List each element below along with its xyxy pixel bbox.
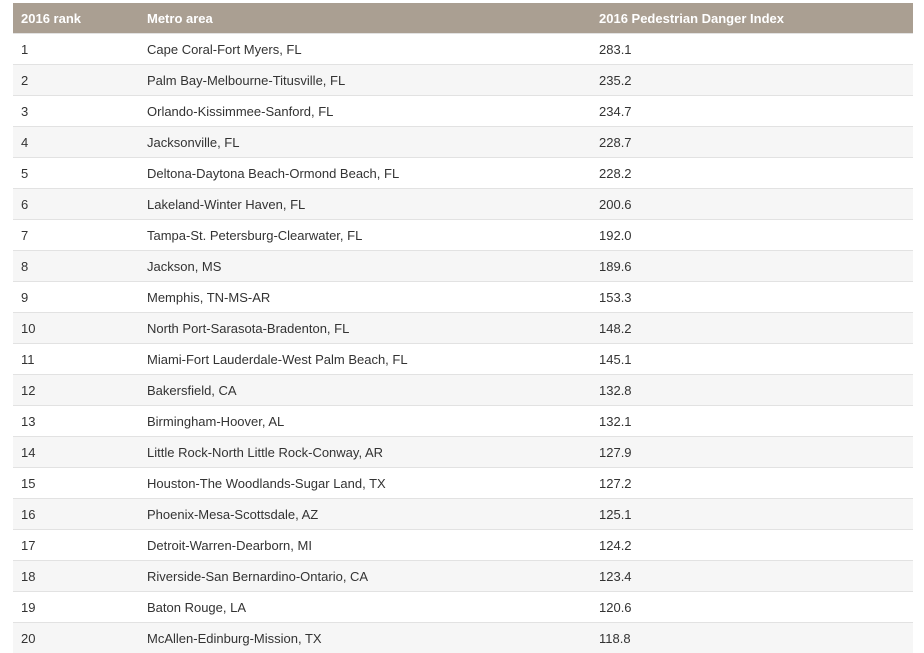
cell-rank: 4: [13, 127, 139, 158]
cell-metro-area: North Port-Sarasota-Bradenton, FL: [139, 313, 591, 344]
cell-rank: 20: [13, 623, 139, 653]
cell-danger-index: 124.2: [591, 530, 913, 561]
cell-danger-index: 283.1: [591, 34, 913, 65]
header-danger-index: 2016 Pedestrian Danger Index: [591, 3, 913, 34]
cell-metro-area: Cape Coral-Fort Myers, FL: [139, 34, 591, 65]
cell-danger-index: 192.0: [591, 220, 913, 251]
cell-danger-index: 235.2: [591, 65, 913, 96]
cell-metro-area: Jackson, MS: [139, 251, 591, 282]
cell-rank: 6: [13, 189, 139, 220]
cell-rank: 1: [13, 34, 139, 65]
cell-metro-area: Houston-The Woodlands-Sugar Land, TX: [139, 468, 591, 499]
table-row: 3Orlando-Kissimmee-Sanford, FL234.7: [13, 96, 913, 127]
pedestrian-danger-table-container: 2016 rank Metro area 2016 Pedestrian Dan…: [13, 3, 913, 653]
table-row: 1Cape Coral-Fort Myers, FL283.1: [13, 34, 913, 65]
cell-metro-area: Bakersfield, CA: [139, 375, 591, 406]
cell-rank: 16: [13, 499, 139, 530]
cell-danger-index: 153.3: [591, 282, 913, 313]
cell-danger-index: 234.7: [591, 96, 913, 127]
cell-metro-area: Jacksonville, FL: [139, 127, 591, 158]
table-row: 2Palm Bay-Melbourne-Titusville, FL235.2: [13, 65, 913, 96]
cell-danger-index: 127.9: [591, 437, 913, 468]
cell-danger-index: 125.1: [591, 499, 913, 530]
table-row: 13Birmingham-Hoover, AL132.1: [13, 406, 913, 437]
table-row: 4Jacksonville, FL228.7: [13, 127, 913, 158]
cell-metro-area: Palm Bay-Melbourne-Titusville, FL: [139, 65, 591, 96]
table-body: 1Cape Coral-Fort Myers, FL283.12Palm Bay…: [13, 34, 913, 653]
cell-danger-index: 132.1: [591, 406, 913, 437]
cell-metro-area: Tampa-St. Petersburg-Clearwater, FL: [139, 220, 591, 251]
header-metro-area: Metro area: [139, 3, 591, 34]
cell-rank: 15: [13, 468, 139, 499]
table-row: 15Houston-The Woodlands-Sugar Land, TX12…: [13, 468, 913, 499]
cell-metro-area: Lakeland-Winter Haven, FL: [139, 189, 591, 220]
cell-danger-index: 123.4: [591, 561, 913, 592]
table-header: 2016 rank Metro area 2016 Pedestrian Dan…: [13, 3, 913, 34]
cell-rank: 7: [13, 220, 139, 251]
cell-danger-index: 132.8: [591, 375, 913, 406]
cell-metro-area: Baton Rouge, LA: [139, 592, 591, 623]
table-row: 10North Port-Sarasota-Bradenton, FL148.2: [13, 313, 913, 344]
table-row: 8Jackson, MS189.6: [13, 251, 913, 282]
cell-danger-index: 127.2: [591, 468, 913, 499]
cell-rank: 19: [13, 592, 139, 623]
cell-danger-index: 118.8: [591, 623, 913, 653]
cell-danger-index: 200.6: [591, 189, 913, 220]
cell-rank: 2: [13, 65, 139, 96]
cell-danger-index: 228.2: [591, 158, 913, 189]
cell-metro-area: Phoenix-Mesa-Scottsdale, AZ: [139, 499, 591, 530]
cell-rank: 9: [13, 282, 139, 313]
table-row: 18Riverside-San Bernardino-Ontario, CA12…: [13, 561, 913, 592]
cell-metro-area: Memphis, TN-MS-AR: [139, 282, 591, 313]
header-rank: 2016 rank: [13, 3, 139, 34]
cell-danger-index: 148.2: [591, 313, 913, 344]
cell-rank: 18: [13, 561, 139, 592]
table-row: 7Tampa-St. Petersburg-Clearwater, FL192.…: [13, 220, 913, 251]
cell-rank: 10: [13, 313, 139, 344]
table-row: 12Bakersfield, CA132.8: [13, 375, 913, 406]
cell-rank: 11: [13, 344, 139, 375]
cell-danger-index: 145.1: [591, 344, 913, 375]
cell-metro-area: Orlando-Kissimmee-Sanford, FL: [139, 96, 591, 127]
table-row: 17Detroit-Warren-Dearborn, MI124.2: [13, 530, 913, 561]
cell-danger-index: 120.6: [591, 592, 913, 623]
table-row: 14Little Rock-North Little Rock-Conway, …: [13, 437, 913, 468]
cell-rank: 12: [13, 375, 139, 406]
table-row: 9Memphis, TN-MS-AR153.3: [13, 282, 913, 313]
cell-rank: 3: [13, 96, 139, 127]
cell-metro-area: Deltona-Daytona Beach-Ormond Beach, FL: [139, 158, 591, 189]
cell-rank: 8: [13, 251, 139, 282]
cell-metro-area: Detroit-Warren-Dearborn, MI: [139, 530, 591, 561]
cell-danger-index: 228.7: [591, 127, 913, 158]
cell-danger-index: 189.6: [591, 251, 913, 282]
table-row: 11Miami-Fort Lauderdale-West Palm Beach,…: [13, 344, 913, 375]
table-row: 20McAllen-Edinburg-Mission, TX118.8: [13, 623, 913, 653]
table-row: 6Lakeland-Winter Haven, FL200.6: [13, 189, 913, 220]
cell-rank: 13: [13, 406, 139, 437]
cell-metro-area: Little Rock-North Little Rock-Conway, AR: [139, 437, 591, 468]
cell-metro-area: Riverside-San Bernardino-Ontario, CA: [139, 561, 591, 592]
table-row: 16Phoenix-Mesa-Scottsdale, AZ125.1: [13, 499, 913, 530]
cell-rank: 14: [13, 437, 139, 468]
pedestrian-danger-table: 2016 rank Metro area 2016 Pedestrian Dan…: [13, 3, 913, 653]
cell-metro-area: McAllen-Edinburg-Mission, TX: [139, 623, 591, 653]
cell-metro-area: Miami-Fort Lauderdale-West Palm Beach, F…: [139, 344, 591, 375]
table-row: 19Baton Rouge, LA120.6: [13, 592, 913, 623]
table-row: 5Deltona-Daytona Beach-Ormond Beach, FL2…: [13, 158, 913, 189]
header-row: 2016 rank Metro area 2016 Pedestrian Dan…: [13, 3, 913, 34]
cell-metro-area: Birmingham-Hoover, AL: [139, 406, 591, 437]
cell-rank: 5: [13, 158, 139, 189]
cell-rank: 17: [13, 530, 139, 561]
